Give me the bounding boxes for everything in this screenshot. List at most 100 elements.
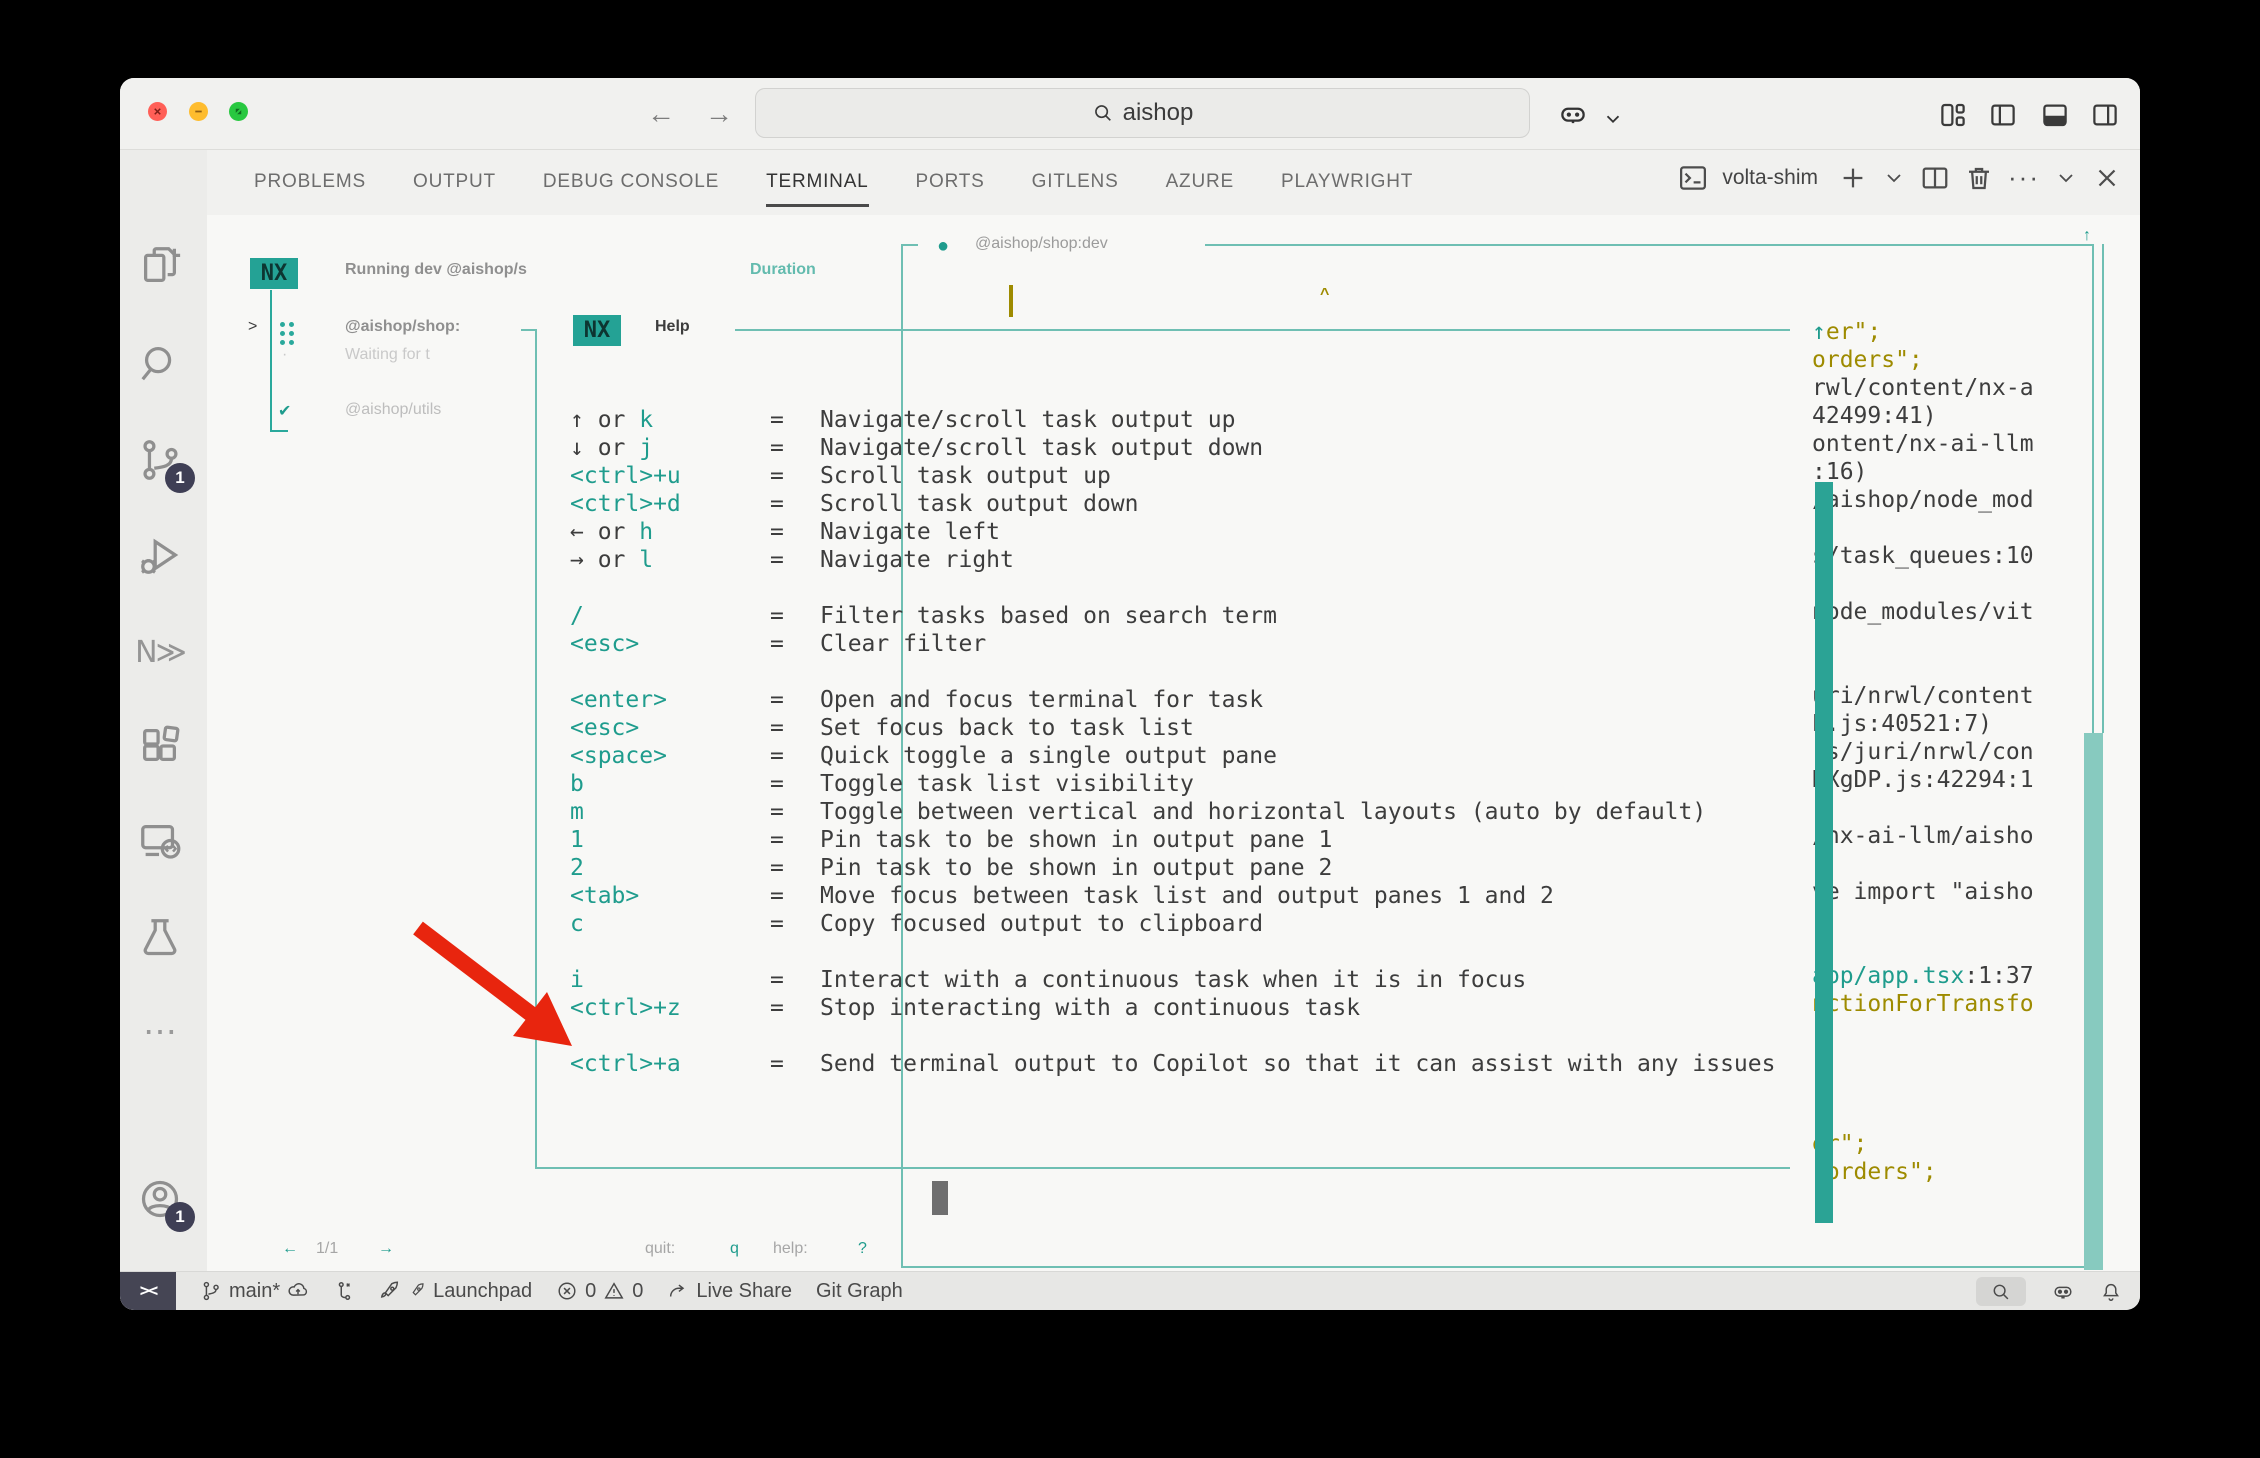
caret-symbol: ^	[1320, 286, 1329, 304]
shortcut-description: Navigate/scroll task output up	[820, 406, 1235, 434]
nx-help-badge: NX	[573, 315, 621, 346]
line-main: 42499:41)	[1812, 403, 1937, 429]
quit-key: q	[730, 1240, 739, 1258]
warnings-icon	[603, 1280, 625, 1302]
sync-cloud-icon[interactable]	[287, 1280, 309, 1302]
equals-sign: =	[770, 518, 784, 546]
errors-icon	[556, 1280, 578, 1302]
magnifier-icon	[1990, 1281, 2012, 1303]
screen: ← → aishop	[0, 0, 2260, 1458]
equals-sign: =	[770, 714, 784, 742]
shortcut-description: Copy focused output to clipboard	[820, 910, 1263, 938]
line-main: orders";	[1826, 1159, 1937, 1185]
problems-item[interactable]: 0 0	[556, 1280, 643, 1303]
line-main: rwl/content/nx-a	[1812, 375, 2034, 401]
key-accent: <space>	[570, 743, 667, 769]
shortcut-description: Open and focus terminal for task	[820, 686, 1263, 714]
key-accent: l	[639, 547, 653, 573]
copilot-status-icon[interactable]	[2052, 1281, 2074, 1303]
shortcut-description: Pin task to be shown in output pane 1	[820, 826, 1332, 854]
key-accent: b	[570, 771, 584, 797]
screencast-zoom-button[interactable]	[1976, 1277, 2026, 1306]
shortcut-description: Scroll task output up	[820, 462, 1111, 490]
terminal-cursor	[1009, 285, 1013, 317]
output-text-line: orders";	[1812, 346, 1923, 374]
output-scrollbar-thumb[interactable]	[2084, 733, 2103, 1270]
line-main: rs/juri/nrwl/con	[1812, 739, 2034, 765]
key-accent: <esc>	[570, 715, 639, 741]
line-main: s/task_queues:10	[1812, 543, 2034, 569]
shortcut-description: Clear filter	[820, 630, 986, 658]
shortcut-description: Pin task to be shown in output pane 2	[820, 854, 1332, 882]
help-pane-scrollbar-thumb[interactable]	[1815, 482, 1833, 1223]
drag-handle-dots-icon	[280, 322, 294, 345]
pipeline-item[interactable]	[333, 1280, 355, 1302]
vscode-window: ← → aishop	[120, 78, 2140, 1310]
key-plain: ↓ or	[570, 435, 639, 461]
pager-right-arrow[interactable]: →	[378, 1240, 394, 1258]
line-main: er";	[1826, 319, 1881, 345]
help-box-bottom-border	[535, 1167, 1790, 1169]
status-bar-right	[1976, 1272, 2122, 1310]
terminal-layer: NX Running dev @aishop/s Duration > @ais…	[120, 78, 2140, 1310]
notifications-bell-icon[interactable]	[2100, 1281, 2122, 1303]
warning-count: 0	[632, 1280, 643, 1303]
task-waiting-dot: ·	[282, 346, 287, 364]
line-main: /aishop/node_mod	[1812, 487, 2034, 513]
line-suffix: :1:37	[1964, 963, 2033, 989]
output-text-line: ve import "aisho	[1812, 878, 2034, 906]
shortcut-description: Stop interacting with a continuous task	[820, 994, 1360, 1022]
shortcut-description: Quick toggle a single output pane	[820, 742, 1277, 770]
duration-column-label: Duration	[750, 261, 816, 279]
shortcut-description: Toggle task list visibility	[820, 770, 1194, 798]
git-branch-item[interactable]: main*	[200, 1280, 309, 1303]
key-plain: ← or	[570, 519, 639, 545]
equals-sign: =	[770, 770, 784, 798]
rocket-icon	[379, 1280, 401, 1302]
runner-title: Running dev @aishop/s	[345, 261, 527, 279]
output-text-line: nctionForTransfo	[1812, 990, 2034, 1018]
shortcut-description: Navigate/scroll task output down	[820, 434, 1263, 462]
quit-label: quit:	[645, 1240, 675, 1258]
output-text-line: ↑er";	[1812, 318, 1881, 346]
git-graph-item[interactable]: Git Graph	[816, 1280, 903, 1303]
output-text-line: rwl/content/nx-a	[1812, 374, 2034, 402]
live-share-icon	[667, 1280, 689, 1302]
remote-indicator[interactable]: ><	[120, 1272, 176, 1310]
key-accent: <ctrl>+d	[570, 491, 681, 517]
inner-scrollbar-thumb[interactable]	[932, 1181, 948, 1215]
rocket-small-icon	[408, 1282, 426, 1300]
key-accent: m	[570, 799, 584, 825]
scroll-up-arrow[interactable]: ↑	[2083, 227, 2091, 245]
line-main: ve import "aisho	[1812, 879, 2034, 905]
equals-sign: =	[770, 546, 784, 574]
shortcut-description: Send terminal output to Copilot so that …	[820, 1050, 1775, 1078]
task-name-shop[interactable]: @aishop/shop:	[345, 318, 460, 336]
shortcut-description: Navigate left	[820, 518, 1000, 546]
task-caret: >	[248, 318, 257, 336]
live-share-item[interactable]: Live Share	[667, 1280, 792, 1303]
output-text-line: ontent/nx-ai-llm	[1812, 430, 2034, 458]
line-main: node_modules/vit	[1812, 599, 2034, 625]
line-prefix-arrow: ↑	[1812, 319, 1826, 345]
equals-sign: =	[770, 854, 784, 882]
line-main: KXgDP.js:42294:1	[1812, 767, 2034, 793]
output-pane-bottom-border	[901, 1266, 2093, 1268]
branch-name: main*	[229, 1280, 280, 1303]
launchpad-item[interactable]: Launchpad	[379, 1280, 532, 1303]
output-text-line: KXgDP.js:42294:1	[1812, 766, 2034, 794]
help-box-top-border	[735, 329, 1790, 331]
live-share-label: Live Share	[696, 1280, 792, 1303]
pager-left-arrow[interactable]: ←	[282, 1240, 298, 1258]
key-accent: k	[639, 407, 653, 433]
key-accent: 2	[570, 855, 584, 881]
shortcut-description: Interact with a continuous task when it …	[820, 966, 1526, 994]
line-main: orders";	[1812, 347, 1923, 373]
output-text-line: 42499:41)	[1812, 402, 1937, 430]
line-main: /nx-ai-llm/aisho	[1812, 823, 2034, 849]
equals-sign: =	[770, 630, 784, 658]
equals-sign: =	[770, 406, 784, 434]
key-accent: /	[570, 603, 584, 629]
output-text-line: uri/nrwl/content	[1812, 682, 2034, 710]
key-accent: <esc>	[570, 631, 639, 657]
